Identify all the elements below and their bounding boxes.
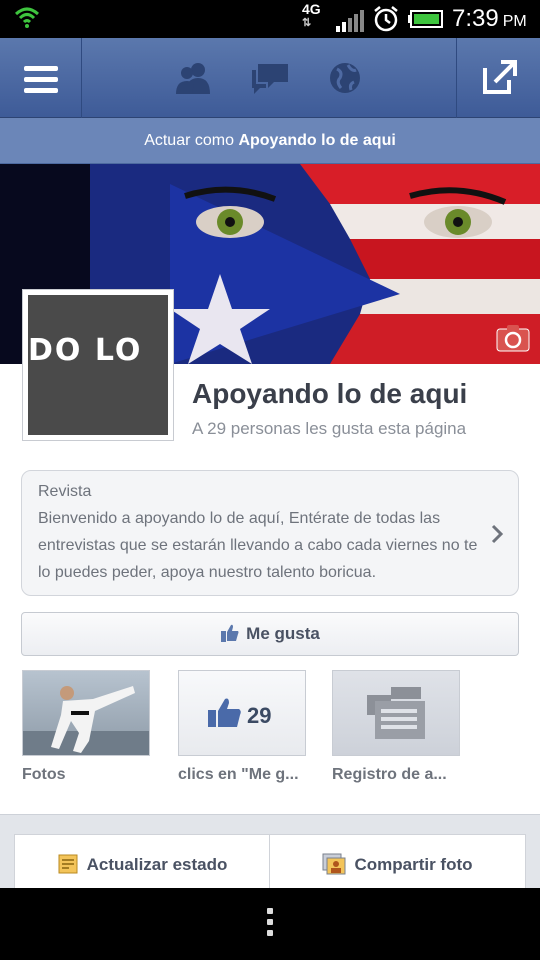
profile-image: DO LO (28, 295, 168, 435)
share-photo-button[interactable]: Compartir foto (270, 835, 525, 888)
page-content: DO LO Apoyando lo de aqui A 29 personas … (0, 164, 540, 888)
page-tiles: Fotos 29 clics en "Me g... Registro de a… (0, 670, 540, 786)
status-icon (58, 854, 78, 874)
share-photo-label: Compartir foto (354, 855, 473, 874)
thumbs-up-icon (208, 698, 241, 727)
status-bar: 4G ⇅ 7:39 PM (0, 0, 540, 38)
activity-log-icon (367, 687, 425, 739)
camera-icon[interactable] (496, 324, 530, 352)
menu-icon (24, 66, 58, 99)
wifi-icon (14, 7, 40, 28)
tile-photos[interactable]: Fotos (22, 670, 150, 784)
tile-activity-log-label: Registro de a... (332, 766, 447, 783)
clock: 7:39 PM (452, 5, 527, 32)
messages-icon[interactable] (250, 60, 290, 96)
acting-as-bar[interactable]: Actuar como Apoyando lo de aqui (0, 118, 540, 164)
composer-bar: Actualizar estado Compartir foto (14, 834, 526, 888)
share-button[interactable] (456, 38, 540, 118)
thumbs-up-icon (221, 624, 239, 642)
network-type: 4G ⇅ (302, 1, 321, 29)
update-status-button[interactable]: Actualizar estado (15, 835, 270, 888)
signal-icon (336, 10, 364, 32)
page-title: Apoyando lo de aqui (192, 378, 468, 409)
acting-as-prefix: Actuar como (144, 132, 234, 149)
like-button[interactable]: Me gusta (21, 612, 519, 656)
chevron-right-icon (491, 524, 504, 544)
about-title: Revista (38, 483, 92, 500)
alarm-icon (374, 6, 398, 32)
like-button-label: Me gusta (246, 624, 320, 643)
profile-picture[interactable]: DO LO (22, 289, 174, 441)
photos-thumbnail (22, 670, 150, 756)
acting-as-name: Apoyando lo de aqui (238, 132, 396, 149)
about-text: Bienvenido a apoyando lo de aquí, Entéra… (38, 510, 478, 581)
friend-requests-icon[interactable] (174, 60, 214, 96)
photo-icon (322, 853, 346, 875)
tile-photos-label: Fotos (22, 766, 66, 783)
likes-thumbnail: 29 (178, 670, 306, 756)
tile-likes[interactable]: 29 clics en "Me g... (178, 670, 306, 784)
overflow-menu-icon[interactable] (266, 908, 274, 941)
tile-likes-label: clics en "Me g... (178, 766, 299, 783)
likes-count: 29 (247, 703, 272, 728)
menu-button[interactable] (0, 38, 82, 118)
system-nav-bar (0, 888, 540, 960)
battery-icon (408, 10, 443, 28)
update-status-label: Actualizar estado (86, 855, 228, 874)
about-section[interactable]: Revista Bienvenido a apoyando lo de aquí… (21, 470, 519, 596)
activity-log-thumbnail (332, 670, 460, 756)
app-header (0, 38, 540, 118)
tile-activity-log[interactable]: Registro de a... (332, 670, 460, 784)
page-like-count[interactable]: A 29 personas les gusta esta página (192, 419, 466, 439)
share-icon (483, 60, 517, 94)
notifications-icon[interactable] (326, 60, 366, 96)
